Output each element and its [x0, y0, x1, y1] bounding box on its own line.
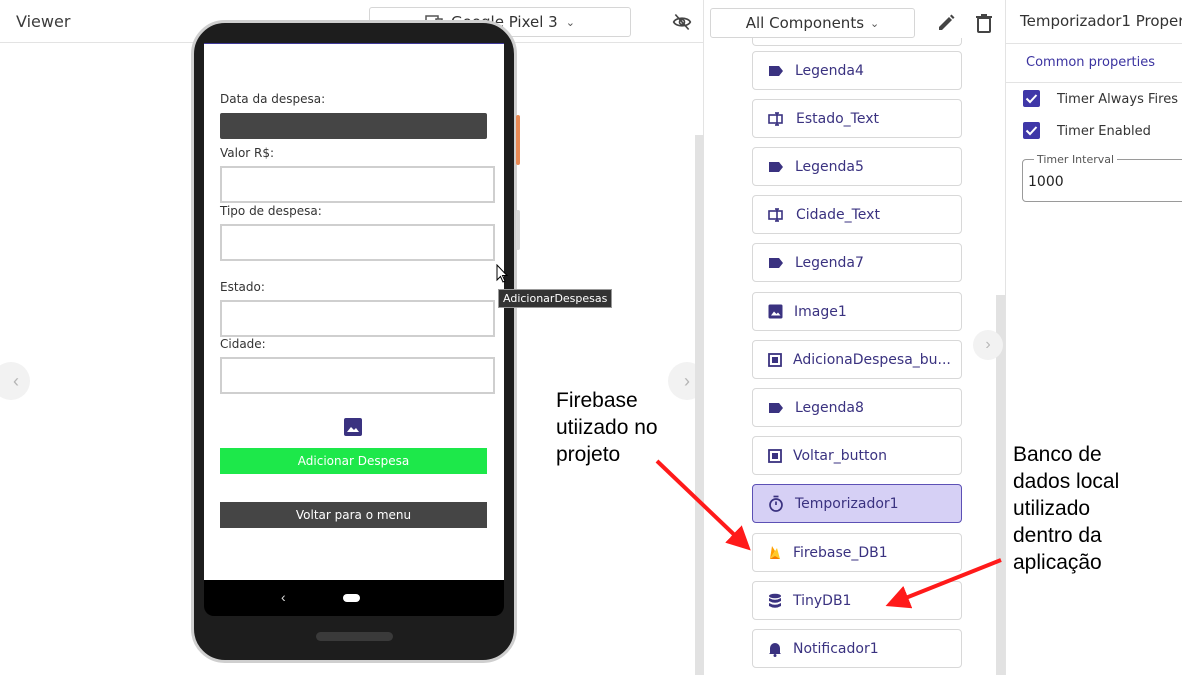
timer-enabled-label: Timer Enabled [1057, 124, 1151, 139]
annotation-line: dados local [1013, 470, 1120, 493]
screen-top-border [204, 43, 504, 44]
label-icon [768, 161, 784, 173]
viewer-prev-button[interactable]: ‹ [0, 362, 30, 400]
timer-always-fires-label: Timer Always Fires [1057, 92, 1178, 107]
state-textbox[interactable] [220, 300, 495, 337]
button-icon [768, 352, 782, 367]
city-textbox[interactable] [220, 357, 495, 394]
component-item-legenda4[interactable]: Legenda4 [752, 51, 962, 90]
trash-icon[interactable] [975, 13, 993, 33]
label-icon [768, 257, 784, 269]
component-item-temporizador1[interactable]: Temporizador1 [752, 484, 962, 523]
component-item-label: Legenda8 [795, 399, 864, 416]
component-item-notificador1[interactable]: Notificador1 [752, 629, 962, 668]
component-item-voltar-button[interactable]: Voltar_button [752, 436, 962, 475]
component-item-legenda7[interactable]: Legenda7 [752, 243, 962, 282]
timer-always-fires-checkbox[interactable] [1023, 90, 1040, 107]
component-item-partial [752, 38, 962, 46]
image-icon [768, 304, 783, 319]
component-item-estado-text[interactable]: Estado_Text [752, 99, 962, 138]
annotation-line: utiizado no [556, 416, 658, 439]
common-properties-tab[interactable]: Common properties [1026, 55, 1155, 70]
properties-title: Temporizador1 Properties [1020, 12, 1182, 30]
annotation-line: projeto [556, 443, 621, 466]
component-item-label: Legenda5 [795, 158, 864, 175]
value-label: Valor R$: [220, 146, 275, 160]
type-label: Tipo de despesa: [220, 204, 322, 218]
component-item-legenda8[interactable]: Legenda8 [752, 388, 962, 427]
phone-power-button [516, 115, 520, 165]
textbox-icon [768, 207, 785, 222]
viewer-pane: Viewer Google Pixel 3 ⌄ ‹ Data da despes… [0, 0, 706, 675]
chevron-right-icon[interactable]: › [973, 330, 1003, 360]
type-textbox[interactable] [220, 224, 495, 261]
phone-back-icon[interactable]: ‹ [281, 589, 286, 605]
value-textbox[interactable] [220, 166, 495, 203]
annotation-line: dentro da [1013, 524, 1102, 547]
pencil-icon[interactable] [936, 13, 956, 33]
timer-icon [768, 495, 784, 512]
viewer-title: Viewer [16, 12, 71, 31]
annotation-line: Firebase [556, 389, 638, 412]
components-scrollbar-left[interactable] [695, 135, 704, 675]
properties-divider [1005, 43, 1182, 44]
timer-interval-value[interactable]: 1000 [1028, 174, 1064, 190]
checkmark-icon [1025, 126, 1038, 136]
component-tooltip: AdicionarDespesas [498, 289, 613, 308]
annotation-line: aplicação [1013, 551, 1102, 574]
annotation-line: Banco de [1013, 443, 1102, 466]
timer-enabled-checkbox[interactable] [1023, 122, 1040, 139]
image-icon[interactable] [343, 417, 363, 437]
mouse-cursor-icon [496, 264, 508, 283]
database-icon [768, 593, 782, 609]
local-db-annotation: Banco de dados local utilizado dentro da… [1013, 441, 1119, 576]
component-item-adicionadespesa-bu[interactable]: AdicionaDespesa_bu... [752, 340, 962, 379]
button-icon [768, 448, 782, 463]
component-item-label: Temporizador1 [795, 495, 899, 512]
bell-icon [768, 641, 782, 657]
back-to-menu-button[interactable]: Voltar para o menu [220, 502, 487, 528]
component-item-label: AdicionaDespesa_bu... [793, 351, 951, 368]
firebase-icon [768, 544, 782, 561]
textbox-icon [768, 111, 785, 126]
phone-speaker [316, 632, 393, 641]
component-item-label: Firebase_DB1 [793, 544, 888, 561]
chevron-down-icon: ⌄ [870, 16, 880, 30]
state-label: Estado: [220, 280, 265, 294]
chevron-down-icon: ⌄ [565, 15, 575, 29]
component-item-cidade-text[interactable]: Cidade_Text [752, 195, 962, 234]
firebase-annotation: Firebase utiizado no projeto [556, 387, 658, 468]
city-label: Cidade: [220, 337, 266, 351]
date-picker[interactable] [220, 113, 487, 139]
eye-off-icon[interactable] [672, 12, 692, 32]
app-root: Viewer Google Pixel 3 ⌄ ‹ Data da despes… [0, 0, 1182, 675]
component-item-label: Legenda4 [795, 62, 864, 79]
component-item-image1[interactable]: Image1 [752, 292, 962, 331]
component-item-label: TinyDB1 [793, 592, 852, 609]
annotation-line: utilizado [1013, 497, 1091, 520]
timer-interval-label: Timer Interval [1034, 153, 1118, 166]
component-item-label: Cidade_Text [796, 206, 880, 223]
phone-volume-button [516, 210, 520, 250]
component-item-firebase-db1[interactable]: Firebase_DB1 [752, 533, 962, 572]
add-expense-button[interactable]: Adicionar Despesa [220, 448, 487, 474]
component-item-legenda5[interactable]: Legenda5 [752, 147, 962, 186]
phone-home-icon[interactable] [343, 594, 360, 602]
component-item-label: Image1 [794, 303, 847, 320]
component-item-tinydb1[interactable]: TinyDB1 [752, 581, 962, 620]
component-item-label: Notificador1 [793, 640, 879, 657]
component-item-label: Voltar_button [793, 447, 887, 464]
component-item-label: Estado_Text [796, 110, 879, 127]
component-item-label: Legenda7 [795, 254, 864, 271]
checkmark-icon [1025, 94, 1038, 104]
label-icon [768, 402, 784, 414]
date-label: Data da despesa: [220, 92, 326, 106]
properties-divider [1005, 82, 1182, 83]
components-filter-label: All Components [745, 14, 865, 32]
label-icon [768, 65, 784, 77]
components-filter-select[interactable]: All Components ⌄ [710, 8, 915, 38]
